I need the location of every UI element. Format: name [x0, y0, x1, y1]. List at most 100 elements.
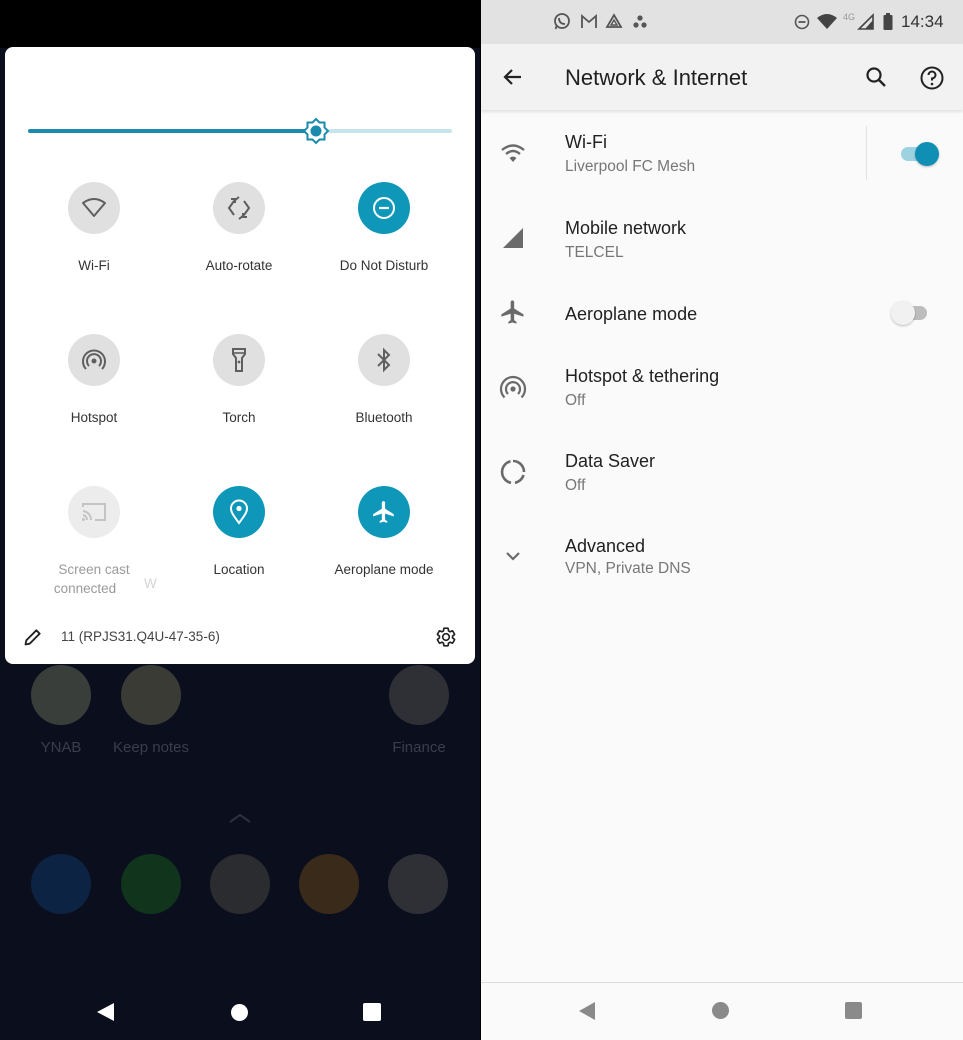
app-drawer-arrow-icon[interactable] — [228, 812, 252, 824]
setting-data-saver[interactable]: Data Saver Off — [481, 445, 963, 507]
setting-mobile-network[interactable]: Mobile network TELCEL — [481, 212, 963, 274]
hotspot-tile-button[interactable] — [68, 334, 120, 386]
cast-icon — [82, 503, 106, 521]
app-keep-notes[interactable]: Keep notes — [106, 665, 196, 756]
app-label: YNAB — [40, 739, 82, 756]
tile-label: Aeroplane mode — [334, 562, 434, 577]
chevron-down-icon — [506, 552, 520, 561]
wifi-icon — [82, 198, 106, 217]
setting-hotspot-tethering[interactable]: Hotspot & tethering Off — [481, 360, 963, 422]
torch-icon — [232, 348, 246, 372]
tile-torch[interactable]: Torch — [164, 334, 314, 427]
wifi-icon — [817, 14, 837, 29]
edit-pencil-icon[interactable] — [23, 627, 43, 647]
setting-title: Mobile network — [565, 218, 687, 238]
wifi-tile-button[interactable] — [68, 182, 120, 234]
tile-bluetooth[interactable]: Bluetooth — [309, 334, 459, 427]
truncated-tile-label: W — [144, 576, 157, 591]
search-icon[interactable] — [864, 65, 888, 89]
screen-cast-tile-button[interactable] — [68, 486, 120, 538]
nav-home-icon[interactable] — [231, 1004, 248, 1021]
tile-label: Wi-Fi — [78, 258, 110, 273]
phone-icon — [31, 854, 91, 914]
whatsapp-icon — [554, 13, 570, 30]
torch-tile-button[interactable] — [213, 334, 265, 386]
nav-back-icon[interactable] — [97, 1003, 114, 1021]
data-saver-icon — [500, 459, 526, 485]
status-bar-area — [0, 0, 480, 48]
setting-title: Advanced — [565, 536, 646, 556]
setting-title: Data Saver — [565, 451, 656, 471]
tile-hotspot[interactable]: Hotspot — [19, 334, 169, 427]
build-number[interactable]: 11 (RPJS31.Q4U-47-35-6) — [61, 629, 220, 644]
setting-title: Aeroplane mode — [565, 304, 698, 324]
navigation-bar — [481, 982, 963, 1040]
rotate-icon — [227, 196, 251, 220]
tile-label: Auto-rotate — [205, 258, 273, 273]
aeroplane-mode-toggle[interactable] — [891, 300, 931, 325]
quick-settings-screen: YNAB Keep notes Finance Wi-Fi Auto-rotat… — [0, 0, 480, 1040]
brightness-icon[interactable] — [302, 117, 330, 145]
wifi-toggle[interactable] — [899, 141, 939, 166]
aeroplane-tile-button[interactable] — [358, 486, 410, 538]
tile-wifi[interactable]: Wi-Fi — [19, 182, 169, 275]
dock-camera[interactable] — [195, 854, 285, 914]
app-bar: Network & Internet — [481, 44, 963, 110]
quick-settings-panel: Wi-Fi Auto-rotate Do Not Disturb Hotspot — [5, 47, 475, 664]
quick-settings-footer: 11 (RPJS31.Q4U-47-35-6) — [5, 621, 475, 653]
tile-label: Hotspot — [70, 410, 118, 425]
setting-subtitle: Liverpool FC Mesh — [565, 158, 696, 175]
location-tile-button[interactable] — [213, 486, 265, 538]
signal-icon — [857, 13, 874, 30]
tile-label: Do Not Disturb — [339, 258, 429, 273]
signal-icon — [503, 228, 523, 248]
airplane-icon — [373, 501, 394, 523]
wifi-icon — [501, 144, 525, 162]
app-label: Finance — [392, 739, 446, 756]
tile-auto-rotate[interactable]: Auto-rotate — [164, 182, 314, 275]
clock: 14:34 — [901, 12, 944, 31]
dock-whatsapp[interactable] — [106, 854, 196, 914]
tile-label: Location — [213, 562, 265, 577]
setting-title: Hotspot & tethering — [565, 366, 720, 386]
help-icon[interactable] — [919, 65, 945, 91]
navigation-bar — [0, 990, 480, 1034]
network-type: 4G — [843, 12, 856, 22]
setting-wifi[interactable]: Wi-Fi Liverpool FC Mesh — [481, 126, 963, 188]
social-folder-icon — [388, 854, 448, 914]
brightness-slider[interactable] — [28, 117, 452, 145]
tile-location[interactable]: Location — [164, 486, 314, 579]
nav-home-icon[interactable] — [712, 1002, 729, 1019]
setting-subtitle: TELCEL — [565, 244, 624, 261]
dock-phone[interactable] — [16, 854, 106, 914]
tile-aeroplane-mode[interactable]: Aeroplane mode — [309, 486, 459, 579]
app-ynab[interactable]: YNAB — [16, 665, 106, 756]
app-label: Keep notes — [113, 739, 189, 756]
dock-social-folder[interactable] — [373, 854, 463, 914]
chrome-icon — [299, 854, 359, 914]
auto-rotate-tile-button[interactable] — [213, 182, 265, 234]
do-not-disturb-icon — [373, 197, 395, 219]
setting-subtitle: Off — [565, 477, 586, 494]
back-arrow-icon[interactable] — [501, 65, 525, 89]
setting-title: Wi-Fi — [565, 132, 607, 152]
page-title: Network & Internet — [565, 65, 748, 90]
nav-recents-icon[interactable] — [363, 1003, 381, 1021]
hotspot-icon — [82, 349, 106, 370]
nav-back-icon[interactable] — [579, 1002, 595, 1020]
toggle-knob — [891, 301, 915, 325]
settings-gear-icon[interactable] — [435, 626, 457, 648]
tile-label: Torch — [222, 410, 256, 425]
bluetooth-tile-button[interactable] — [358, 334, 410, 386]
folder-finance[interactable]: Finance — [374, 665, 464, 756]
tile-do-not-disturb[interactable]: Do Not Disturb — [309, 182, 459, 275]
nav-recents-icon[interactable] — [845, 1002, 862, 1019]
battery-icon — [883, 13, 893, 30]
dnd-tile-button[interactable] — [358, 182, 410, 234]
dock-chrome[interactable] — [284, 854, 374, 914]
setting-advanced[interactable]: Advanced VPN, Private DNS — [481, 530, 963, 592]
divider — [866, 126, 867, 180]
airplane-icon — [501, 300, 524, 324]
hotspot-icon — [499, 375, 527, 399]
keep-notes-icon — [121, 665, 181, 725]
